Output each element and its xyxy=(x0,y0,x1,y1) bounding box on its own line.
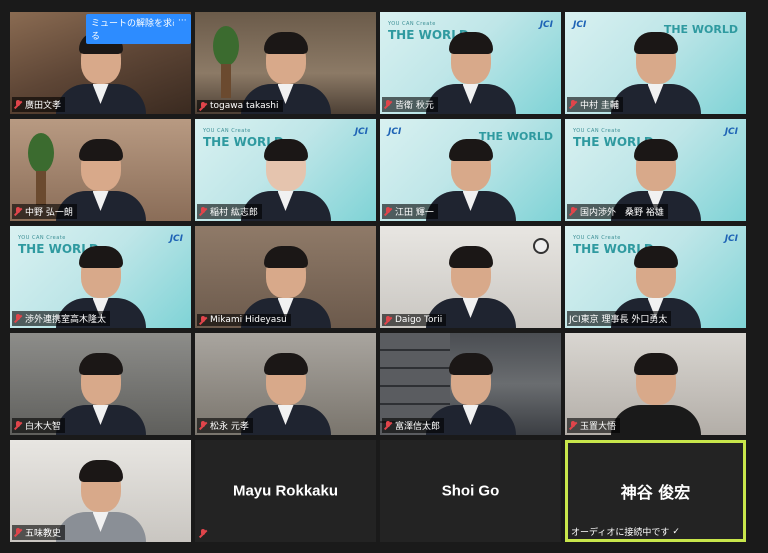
participant-name: 松永 元孝 xyxy=(210,422,249,432)
participant-tile[interactable]: ミュートの解除を求める ··· 廣田文孝 xyxy=(10,12,191,114)
participant-video xyxy=(425,129,516,221)
participant-name: 玉置大悟 xyxy=(580,422,617,432)
participant-name: 中村 圭輔 xyxy=(580,101,619,111)
participant-name-label: 国内渉外 桑野 裕雄 xyxy=(567,204,668,219)
participant-name: 五味教史 xyxy=(25,529,62,539)
mic-muted-icon xyxy=(569,100,577,109)
wall-clock-decoration xyxy=(533,238,549,254)
participant-name: Daigo Torii xyxy=(395,315,443,325)
audio-connecting-status: オーディオに接続中です ✓ xyxy=(571,526,680,539)
participant-tile[interactable]: JCI THE WORLD 中村 圭輔 xyxy=(565,12,746,114)
mic-muted-icon xyxy=(14,528,22,537)
participant-name-label: 中野 弘一朗 xyxy=(12,204,77,219)
jci-logo: JCI xyxy=(354,127,368,137)
participant-video xyxy=(610,343,701,435)
mic-muted-icon xyxy=(569,207,577,216)
mic-muted-icon xyxy=(199,421,207,430)
participant-video xyxy=(55,450,146,542)
mic-muted-icon xyxy=(384,100,392,109)
participant-tile[interactable]: 五味教史 xyxy=(10,440,191,542)
participant-video xyxy=(55,343,146,435)
mic-muted-icon xyxy=(384,315,392,325)
mic-muted-icon xyxy=(384,421,392,430)
participant-name: JCI東京 理事長 外口勇太 xyxy=(569,315,668,325)
participant-tile[interactable]: Mikami Hideyasu xyxy=(195,226,376,328)
participant-name-label: togawa takashi xyxy=(197,100,283,112)
participant-video xyxy=(425,22,516,114)
participant-name-label: 渉外連携室高木隆太 xyxy=(12,311,111,326)
video-gallery: ミュートの解除を求める ··· 廣田文孝 togawa takashi YOU … xyxy=(10,12,750,542)
participant-name: 江田 輝一 xyxy=(395,208,434,218)
participant-name-label: 富澤信太郎 xyxy=(382,418,445,433)
participant-tile[interactable]: YOU CAN Create THE WORLD JCI 稲村 紘志郎 xyxy=(195,119,376,221)
jci-logo: JCI xyxy=(169,234,183,244)
participant-name: 神谷 俊宏 xyxy=(620,483,691,502)
participant-tile[interactable]: 玉置大悟 xyxy=(565,333,746,435)
participant-name: 皆衛 秋元 xyxy=(395,101,434,111)
participant-tile[interactable]: YOU CAN Create THE WORLD JCI JCI東京 理事長 外… xyxy=(565,226,746,328)
participant-name-label: 松永 元孝 xyxy=(197,418,253,433)
participant-tile[interactable]: 白木大智 xyxy=(10,333,191,435)
participant-name-label: Daigo Torii xyxy=(382,314,447,326)
participant-name: 白木大智 xyxy=(25,422,62,432)
participant-tile[interactable]: YOU CAN Create THE WORLD JCI 国内渉外 桑野 裕雄 xyxy=(565,119,746,221)
mic-muted-icon xyxy=(199,529,207,538)
participant-name: Shoi Go xyxy=(441,482,500,500)
mic-muted-icon xyxy=(14,421,22,430)
participant-name: Mayu Rokkaku xyxy=(232,482,339,500)
mic-muted-icon xyxy=(14,314,22,323)
participant-name-label: Mikami Hideyasu xyxy=(197,314,291,326)
participant-tile[interactable]: JCI THE WORLD 江田 輝一 xyxy=(380,119,561,221)
jci-logo: JCI xyxy=(388,127,402,137)
jci-logo: JCI xyxy=(539,20,553,30)
participant-tile-active-speaker[interactable]: 神谷 俊宏 オーディオに接続中です ✓ xyxy=(565,440,746,542)
participant-name: 廣田文孝 xyxy=(25,101,62,111)
participant-video xyxy=(240,343,331,435)
more-options-button[interactable]: ··· xyxy=(174,14,191,28)
participant-name-label: 五味教史 xyxy=(12,525,66,540)
participant-name-label: 廣田文孝 xyxy=(12,97,66,112)
participant-name: 中野 弘一朗 xyxy=(25,208,73,218)
participant-tile[interactable]: Daigo Torii xyxy=(380,226,561,328)
check-icon: ✓ xyxy=(672,526,680,537)
participant-name: togawa takashi xyxy=(210,101,279,111)
participant-tile[interactable]: YOU CAN Create THE WORLD JCI 渉外連携室高木隆太 xyxy=(10,226,191,328)
participant-name-label: 皆衛 秋元 xyxy=(382,97,438,112)
jci-logo: JCI xyxy=(724,127,738,137)
participant-name: 渉外連携室高木隆太 xyxy=(25,315,107,325)
participant-name: 稲村 紘志郎 xyxy=(210,208,258,218)
participant-name: 富澤信太郎 xyxy=(395,422,441,432)
mic-muted-icon xyxy=(199,207,207,216)
participant-name-label: 白木大智 xyxy=(12,418,66,433)
participant-tile[interactable]: YOU CAN Create THE WORLD JCI 皆衛 秋元 xyxy=(380,12,561,114)
participant-tile[interactable]: 中野 弘一朗 xyxy=(10,119,191,221)
participant-tile[interactable]: Shoi Go xyxy=(380,440,561,542)
participant-name-label: 江田 輝一 xyxy=(382,204,438,219)
participant-name-label: 稲村 紘志郎 xyxy=(197,204,262,219)
plant-decoration xyxy=(20,133,60,205)
participant-tile[interactable]: 松永 元孝 xyxy=(195,333,376,435)
participant-name-label: 中村 圭輔 xyxy=(567,97,623,112)
mic-muted-icon xyxy=(384,207,392,216)
participant-name: 国内渉外 桑野 裕雄 xyxy=(580,208,664,218)
participant-tile[interactable]: Mayu Rokkaku xyxy=(195,440,376,542)
participant-video xyxy=(610,22,701,114)
participant-name-label: 玉置大悟 xyxy=(567,418,621,433)
participant-tile[interactable]: togawa takashi xyxy=(195,12,376,114)
plant-decoration xyxy=(205,26,245,98)
mic-muted-icon xyxy=(14,100,22,109)
jci-logo: JCI xyxy=(573,20,587,30)
jci-logo: JCI xyxy=(724,234,738,244)
mic-muted-icon xyxy=(199,101,207,111)
mic-muted-icon xyxy=(199,315,207,325)
participant-name-label: JCI東京 理事長 外口勇太 xyxy=(567,311,672,326)
participant-tile[interactable]: 富澤信太郎 xyxy=(380,333,561,435)
participant-name: Mikami Hideyasu xyxy=(210,315,287,325)
mic-muted-icon xyxy=(14,207,22,216)
mic-muted-icon xyxy=(569,421,577,430)
